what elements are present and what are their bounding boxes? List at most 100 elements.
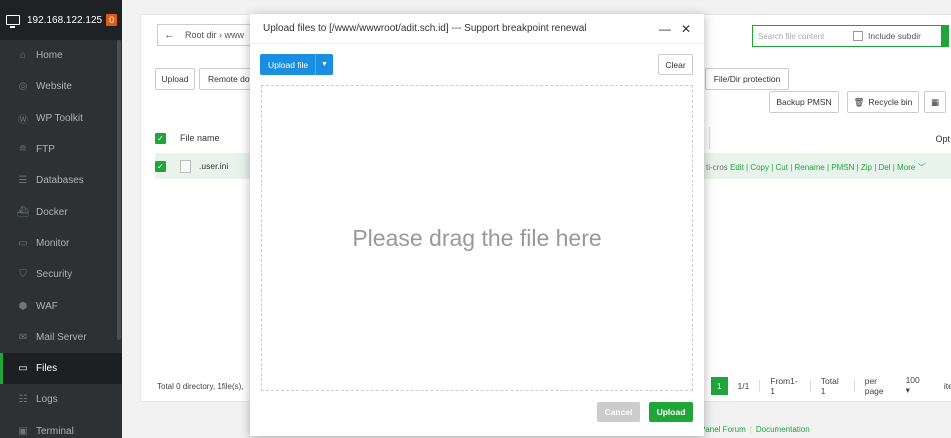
pager-divider (853, 379, 855, 392)
sidebar-item-label: Monitor (36, 237, 70, 249)
sidebar-item-mail-server[interactable]: ✉ Mail Server (0, 322, 122, 353)
recycle-bin-button[interactable]: 🗑 Recycle bin (847, 91, 919, 113)
sidebar-item-label: Logs (36, 394, 58, 406)
server-header[interactable]: 192.168.122.125 0 (0, 0, 122, 40)
dialog-controls: — ✕ (659, 22, 691, 36)
sidebar: 192.168.122.125 0 ⌂ Home ◎ Website Ⓦ WP Toolk… (0, 0, 122, 438)
select-all-checkbox[interactable]: ✓ (155, 132, 166, 144)
column-file-name[interactable]: File name (180, 133, 220, 143)
search-box: Search file content Include subdir (752, 25, 949, 47)
computer-icon (6, 15, 20, 28)
sidebar-item-home[interactable]: ⌂ Home (0, 40, 122, 71)
back-arrow-icon[interactable]: ← (164, 29, 175, 41)
sidebar-item-security[interactable]: ⛉ Security (0, 259, 122, 290)
wordpress-icon: Ⓦ (18, 114, 28, 126)
upload-file-button[interactable]: Upload file ▼ (260, 54, 333, 75)
footer-divider: | (749, 425, 752, 434)
clear-button[interactable]: Clear (658, 54, 693, 75)
row-operations: ti-cros Edit | Copy | Cut | Rename | PMS… (706, 162, 926, 173)
row-ops-links[interactable]: Edit | Copy | Cut | Rename | PMSN | Zip … (730, 163, 915, 172)
close-icon[interactable]: ✕ (681, 22, 691, 36)
sidebar-item-label: Mail Server (36, 331, 87, 343)
sidebar-item-wp-toolkit[interactable]: Ⓦ WP Toolkit (0, 103, 122, 134)
page-count: 1/1 (737, 380, 750, 391)
upload-dialog: Upload files to [/www/wwwroot/adit.sch.i… (250, 14, 704, 436)
sidebar-item-label: WAF (36, 300, 58, 312)
panel-forum-link[interactable]: Panel Forum (700, 425, 746, 434)
sidebar-item-label: Home (36, 50, 63, 62)
sidebar-item-ftp[interactable]: ≘ FTP (0, 134, 122, 165)
sidebar-item-label: Files (36, 363, 58, 375)
drop-zone[interactable]: Please drag the file here (261, 85, 693, 391)
sidebar-item-files[interactable]: ▭ Files (0, 352, 122, 385)
sidebar-item-label: Security (36, 269, 73, 281)
sidebar-nav: ⌂ Home ◎ Website Ⓦ WP Toolkit ≘ FTP ☰ Databases ⛴ D… (0, 40, 122, 438)
per-page-select[interactable]: 100 ▾ (906, 375, 934, 396)
row-checkbox[interactable]: ✓ (155, 160, 166, 172)
total-count: Total 1 (820, 375, 839, 396)
grid-view-icon[interactable]: ▦ (924, 91, 946, 113)
sidebar-item-monitor[interactable]: ▭ Monitor (0, 228, 122, 259)
sidebar-item-docker[interactable]: ⛴ Docker (0, 196, 122, 227)
pagination: 1 1/1 From1-1 Total 1 per page 100 ▾ ite… (711, 375, 951, 396)
total-summary: Total 0 directory, 1file(s), (157, 382, 244, 391)
recycle-bin-label: Recycle bin (868, 97, 913, 107)
documentation-link[interactable]: Documentation (756, 425, 810, 434)
file-dir-protection-button[interactable]: File/Dir protection (705, 68, 789, 90)
logs-icon: ☷ (18, 394, 28, 406)
upload-file-label: Upload file (268, 59, 309, 70)
monitor-icon: ▭ (18, 237, 28, 249)
upload-toolbar-button[interactable]: Upload (155, 68, 195, 90)
per-page-value: 100 (905, 375, 920, 385)
chevron-down-icon[interactable]: ﹀ (918, 163, 926, 172)
backup-pmsn-button[interactable]: Backup PMSN (769, 91, 839, 113)
file-name[interactable]: .user.ini (199, 161, 228, 171)
upload-button[interactable]: Upload (649, 402, 693, 422)
mail-icon: ✉ (18, 331, 28, 343)
sidebar-item-label: Databases (36, 175, 84, 187)
dialog-title: Upload files to [/www/wwwroot/adit.sch.i… (250, 14, 704, 44)
minimize-icon[interactable]: — (659, 22, 671, 36)
sidebar-item-terminal[interactable]: ▣ Terminal (0, 416, 122, 438)
shield-icon: ⛉ (19, 269, 27, 281)
sidebar-item-website[interactable]: ◎ Website (0, 71, 122, 102)
sidebar-item-label: Docker (36, 206, 68, 218)
page-range: From1-1 (770, 375, 798, 396)
home-icon: ⌂ (19, 50, 27, 62)
sidebar-item-label: FTP (36, 144, 55, 156)
column-divider (709, 127, 710, 149)
folder-icon: ▭ (18, 363, 28, 375)
notification-badge[interactable]: 0 (106, 14, 118, 26)
sidebar-item-waf[interactable]: ⬢ WAF (0, 290, 122, 321)
pager-divider (809, 379, 811, 392)
footer-links: Panel Forum | Documentation (700, 425, 810, 434)
server-ip: 192.168.122.125 (27, 14, 103, 26)
sidebar-item-label: WP Toolkit (36, 112, 83, 124)
ftp-icon: ≘ (18, 144, 28, 156)
row-ops-prefix: ti-cros (706, 163, 728, 172)
waf-shield-icon: ⬢ (18, 300, 28, 312)
items-label: item (943, 380, 951, 391)
search-button[interactable] (941, 25, 949, 47)
drop-message: Please drag the file here (352, 224, 602, 251)
terminal-icon: ▣ (18, 425, 28, 437)
file-icon (180, 159, 191, 173)
cancel-button[interactable]: Cancel (597, 402, 640, 422)
sidebar-item-label: Terminal (36, 425, 74, 437)
sidebar-item-logs[interactable]: ☷ Logs (0, 384, 122, 415)
search-input[interactable]: Search file content (753, 32, 853, 41)
include-subdir-checkbox[interactable] (853, 31, 863, 41)
trash-icon: 🗑 (853, 96, 865, 107)
docker-icon: ⛴ (16, 206, 30, 218)
include-subdir-label: Include subdir (868, 31, 921, 41)
pager-divider (759, 379, 761, 392)
database-icon: ☰ (18, 175, 28, 187)
sidebar-item-label: Website (36, 81, 72, 93)
sidebar-scrollbar[interactable] (117, 40, 121, 340)
path-text: Root dir › www (185, 30, 245, 40)
current-page[interactable]: 1 (711, 376, 728, 395)
sidebar-item-databases[interactable]: ☰ Databases (0, 165, 122, 196)
globe-icon: ◎ (18, 81, 28, 93)
caret-down-icon[interactable]: ▼ (315, 54, 333, 75)
column-operations: Opt (935, 134, 950, 144)
